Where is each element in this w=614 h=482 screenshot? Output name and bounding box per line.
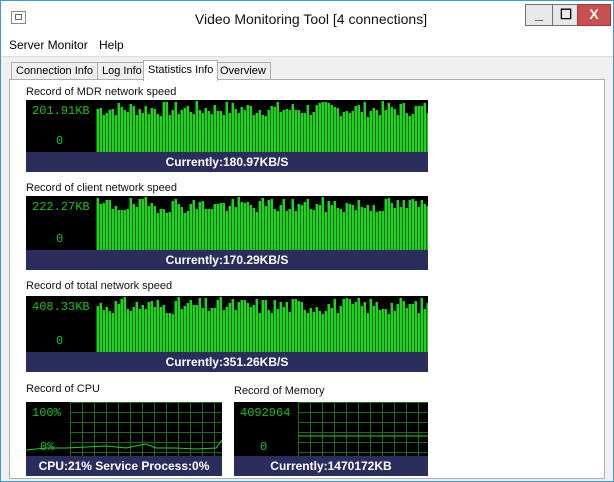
title-bar[interactable]: Video Monitoring Tool [4 connections] _ … (1, 1, 613, 34)
maximize-button[interactable]: ☐ (552, 4, 580, 26)
speed-bar (426, 113, 428, 152)
client-bars (96, 196, 428, 250)
memory-label: Record of Memory (234, 385, 325, 397)
speed-bar (426, 206, 428, 250)
mdr-speed-graph: 201.91KB 0 Currently:180.97KB/S (26, 100, 428, 172)
mdr-bars (96, 100, 428, 152)
mdr-speed-label: Record of MDR network speed (26, 86, 177, 98)
client-scale: 222.27KB 0 (26, 196, 96, 250)
client-speed-graph: 222.27KB 0 Currently:170.29KB/S (26, 196, 428, 270)
memory-trace (298, 435, 428, 437)
window-title: Video Monitoring Tool [4 connections] (194, 11, 428, 27)
memory-max-label: 4092964 (240, 406, 291, 420)
client-status: Currently:170.29KB/S (26, 250, 428, 270)
tab-connection-info[interactable]: Connection Info (11, 62, 99, 80)
total-speed-label: Record of total network speed (26, 280, 173, 292)
tab-overview[interactable]: Overview (215, 62, 271, 80)
statistics-panel: Record of MDR network speed 201.91KB 0 C… (9, 79, 605, 479)
memory-status: Currently:1470172KB (234, 456, 428, 476)
total-min-label: 0 (56, 334, 64, 348)
cpu-label: Record of CPU (26, 383, 100, 395)
total-scale: 408.33KB 0 (26, 296, 96, 352)
total-bars (96, 296, 428, 352)
cpu-graph: 100% 0% CPU:21% Service Process:0% (26, 402, 222, 476)
client-max-label: 222.27KB (32, 200, 90, 214)
speed-bar (426, 303, 428, 352)
menu-server-monitor[interactable]: Server Monitor (9, 38, 88, 52)
memory-min-label: 0 (260, 440, 268, 454)
mdr-scale: 201.91KB 0 (26, 100, 96, 152)
minimize-button[interactable]: _ (525, 4, 553, 26)
client-min-label: 0 (56, 232, 64, 246)
menu-help[interactable]: Help (99, 38, 124, 52)
total-max-label: 408.33KB (32, 300, 90, 314)
total-status: Currently:351.26KB/S (26, 352, 428, 372)
mdr-min-label: 0 (56, 134, 64, 148)
tab-log-info[interactable]: Log Info (97, 62, 147, 80)
mdr-status: Currently:180.97KB/S (26, 152, 428, 172)
total-speed-graph: 408.33KB 0 Currently:351.26KB/S (26, 296, 428, 372)
menu-bar: Server Monitor Help (1, 34, 613, 57)
cpu-status: CPU:21% Service Process:0% (26, 456, 222, 476)
cpu-trace (26, 439, 222, 451)
tab-statistics-info[interactable]: Statistics Info (143, 60, 219, 81)
close-button[interactable]: X (577, 4, 611, 26)
main-window: Video Monitoring Tool [4 connections] _ … (0, 0, 614, 482)
mdr-max-label: 201.91KB (32, 104, 90, 118)
memory-graph: 4092964 0 Currently:1470172KB (234, 402, 428, 476)
client-speed-label: Record of client network speed (26, 182, 178, 194)
